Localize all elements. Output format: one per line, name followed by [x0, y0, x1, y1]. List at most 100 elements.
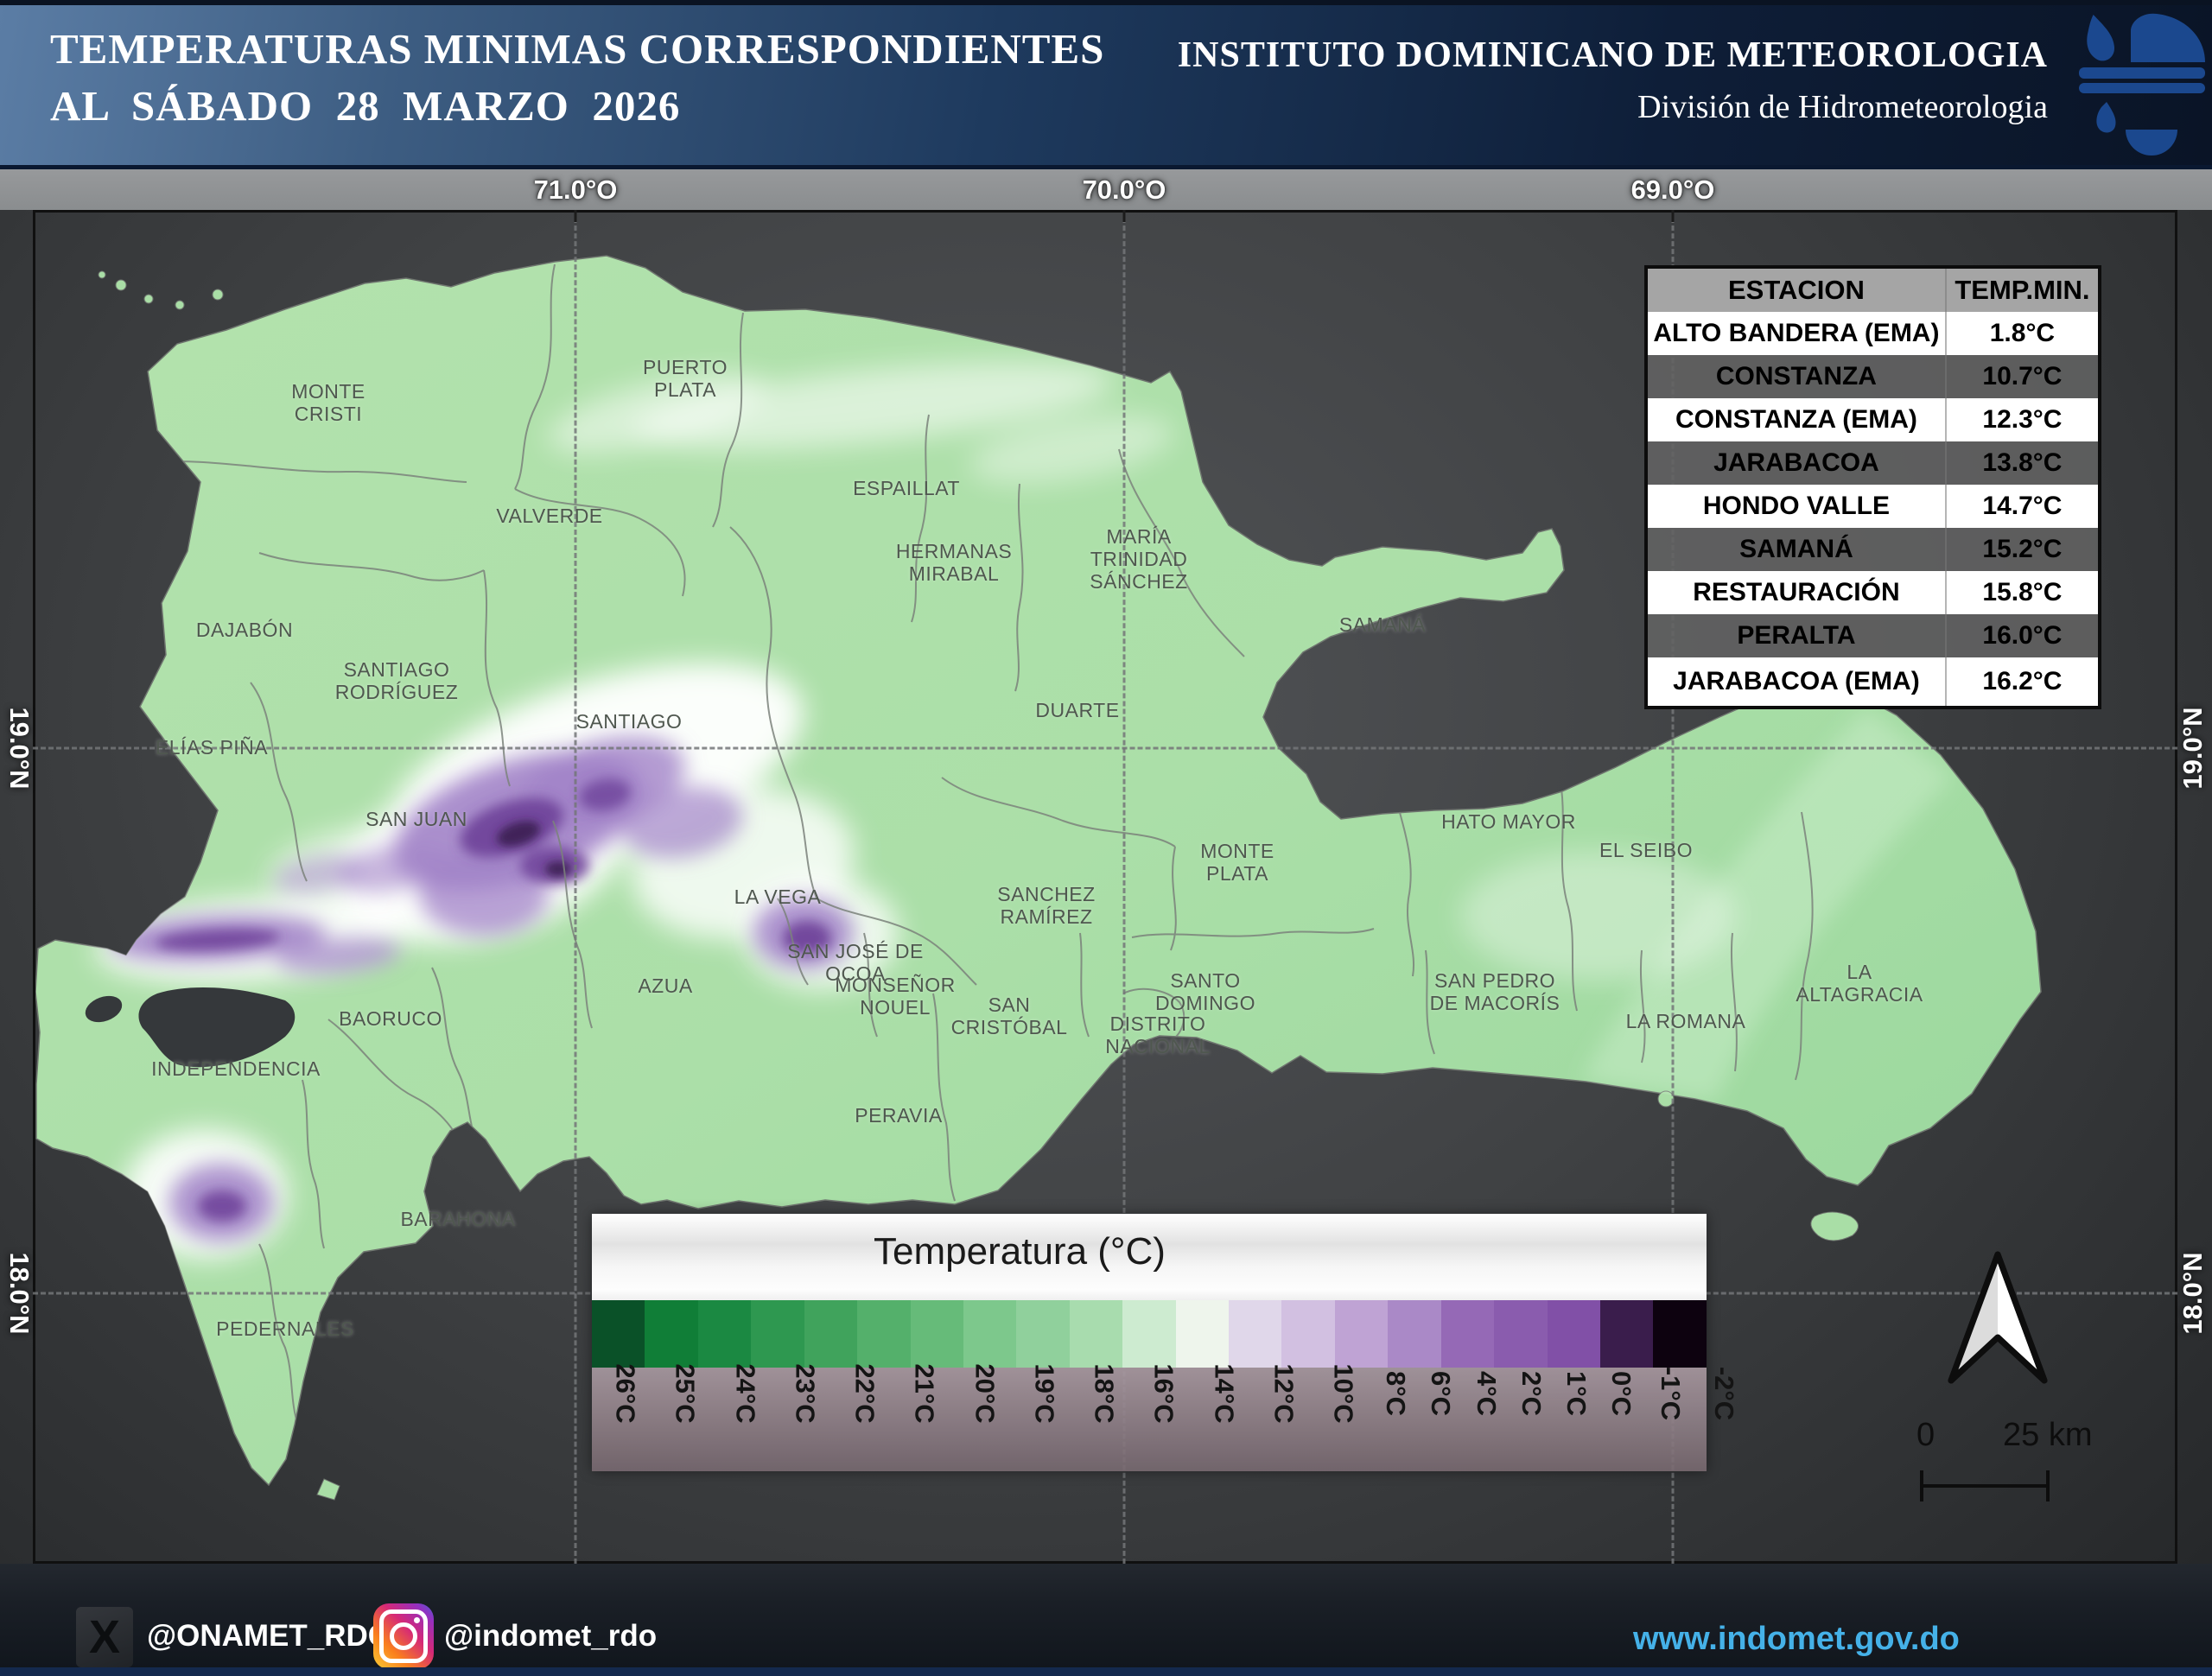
province-label: AZUA — [638, 974, 693, 997]
legend-color-swatch — [645, 1300, 698, 1368]
province-label: PUERTO PLATA — [642, 356, 728, 401]
legend-tick-label: -1°C — [1655, 1366, 1686, 1421]
latitude-label-right: 18.0°N — [2177, 1252, 2208, 1335]
station-name: SAMANÁ — [1739, 535, 1853, 563]
province-label: BARAHONA — [400, 1208, 516, 1230]
province-label: SAMANÁ — [1338, 613, 1427, 636]
station-temp: 16.0°C — [1982, 621, 2063, 650]
gridline-latitude — [33, 746, 2177, 750]
table-row: HONDO VALLE 14.7°C — [1648, 485, 2098, 528]
station-column-header: ESTACION — [1727, 275, 1865, 305]
legend-color-swatch — [910, 1300, 963, 1368]
legend-colorbar — [592, 1300, 1707, 1368]
legend-tick-label: 14°C — [1209, 1363, 1240, 1424]
legend-tick-label: 22°C — [849, 1363, 880, 1424]
station-name: ALTO BANDERA (EMA) — [1653, 319, 1940, 347]
x-logo-icon[interactable]: X — [76, 1607, 133, 1667]
table-row: ALTO BANDERA (EMA) 1.8°C — [1648, 312, 2098, 355]
latitude-label-left: 18.0°N — [4, 1252, 35, 1335]
instagram-handle[interactable]: @indomet_rdo — [444, 1619, 657, 1654]
legend-tick-label: 2°C — [1516, 1370, 1547, 1417]
scale-zero: 0 — [1916, 1417, 1936, 1453]
legend-color-swatch — [592, 1300, 645, 1368]
north-arrow-icon — [1948, 1251, 2048, 1384]
station-temp: 12.3°C — [1982, 405, 2063, 434]
legend-color-swatch — [1122, 1300, 1176, 1368]
page-title: TEMPERATURAS MINIMAS CORRESPONDIENTES AL … — [50, 25, 1105, 130]
station-name: JARABACOA (EMA) — [1673, 667, 1920, 695]
latitude-label-right: 19.0°N — [2177, 707, 2208, 790]
station-name: CONSTANZA — [1715, 362, 1877, 390]
legend-color-swatch — [697, 1300, 752, 1368]
province-label: LA ROMANA — [1625, 1010, 1746, 1032]
legend-tick-label: 19°C — [1029, 1363, 1060, 1424]
legend-tick-label: 20°C — [969, 1363, 1001, 1424]
legend-color-swatch — [963, 1300, 1017, 1368]
station-temp: 1.8°C — [1989, 319, 2056, 347]
province-label: INDEPENDENCIA — [151, 1057, 321, 1080]
scale-max: 25 km — [2003, 1417, 2093, 1453]
legend-color-swatch — [1494, 1300, 1548, 1368]
legend-color-swatch — [804, 1300, 858, 1368]
province-label: SAN PEDRO DE MACORÍS — [1429, 969, 1560, 1014]
province-label: SANTIAGO — [575, 710, 683, 733]
province-label: SAN JUAN — [365, 808, 467, 830]
legend-tick-label: 16°C — [1149, 1363, 1180, 1424]
website-link[interactable]: www.indomet.gov.do — [1633, 1621, 1960, 1658]
province-label: DUARTE — [1035, 699, 1120, 721]
legend-title: Temperatura (°C) — [592, 1214, 1707, 1290]
header: TEMPERATURAS MINIMAS CORRESPONDIENTES AL … — [0, 0, 2212, 169]
legend-color-swatch — [1440, 1300, 1495, 1368]
twitter-handle[interactable]: @ONAMET_RDO — [147, 1619, 391, 1654]
province-label: HATO MAYOR — [1441, 810, 1576, 833]
temp-column-header: TEMP.MIN. — [1944, 269, 2098, 312]
province-label: LA ALTAGRACIA — [1796, 961, 1923, 1006]
province-label: LA VEGA — [734, 886, 822, 908]
gridline-longitude — [574, 210, 577, 1564]
province-label: SAN JOSÉ DE OCOA — [787, 940, 924, 985]
table-row: RESTAURACIÓN 15.8°C — [1648, 571, 2098, 614]
legend-tick-label: 25°C — [670, 1363, 701, 1424]
meteorology-logo-icon — [2079, 13, 2205, 156]
station-temp: 15.2°C — [1982, 535, 2063, 563]
legend-color-swatch — [1229, 1300, 1282, 1368]
organization-name: INSTITUTO DOMINICANO DE METEOROLOGIA Div… — [1177, 35, 2048, 125]
province-label: PEDERNALES — [216, 1317, 354, 1340]
longitude-label-top: 71.0°O — [533, 175, 618, 205]
province-label: SANCHEZ RAMÍREZ — [997, 883, 1096, 928]
province-label: SANTIAGO RODRÍGUEZ — [334, 658, 459, 703]
longitude-label-top: 70.0°O — [1082, 175, 1166, 205]
legend-labels: 26°C 25°C 24°C 23°C 22°C 21°C 20°C 19°C 18°C 16°C… — [592, 1363, 1739, 1471]
legend-color-swatch — [1016, 1300, 1070, 1368]
legend-color-swatch — [857, 1300, 911, 1368]
legend-color-swatch — [1069, 1300, 1123, 1368]
legend-tick-label: 21°C — [909, 1363, 940, 1424]
legend-tick-label: 8°C — [1381, 1370, 1412, 1417]
province-label: MONTE PLATA — [1200, 840, 1274, 885]
weather-map-page: TEMPERATURAS MINIMAS CORRESPONDIENTES AL … — [0, 0, 2212, 1676]
legend-tick-label: 6°C — [1426, 1370, 1457, 1417]
legend-tick-label: 1°C — [1560, 1370, 1592, 1417]
legend-tick-label: 23°C — [790, 1363, 821, 1424]
station-temp: 10.7°C — [1982, 362, 2063, 390]
station-name: CONSTANZA (EMA) — [1675, 405, 1917, 434]
province-label: EL SEIBO — [1599, 839, 1693, 861]
station-name: JARABACOA — [1713, 448, 1879, 477]
legend-tick-label: 0°C — [1605, 1370, 1637, 1417]
temperature-legend: Temperatura (°C) 26°C 25°C 24°C 23°C 22°C 21°… — [592, 1214, 1739, 1471]
station-temp: 16.2°C — [1982, 667, 2063, 695]
table-row: CONSTANZA 10.7°C — [1648, 355, 2098, 398]
table-header-row: ESTACION TEMP.MIN. — [1648, 269, 2098, 312]
legend-color-swatch — [751, 1300, 804, 1368]
legend-color-swatch — [1281, 1300, 1335, 1368]
instagram-icon[interactable] — [373, 1603, 434, 1669]
province-label: ELÍAS PIÑA — [155, 736, 269, 759]
footer: X @ONAMET_RDO @indomet_rdo www.indomet.g… — [0, 1564, 2212, 1676]
station-temp: 14.7°C — [1982, 492, 2063, 520]
province-label: HERMANAS MIRABAL — [895, 540, 1013, 585]
legend-color-swatch — [1175, 1300, 1230, 1368]
table-row: JARABACOA 13.8°C — [1648, 441, 2098, 485]
province-label: PERAVIA — [855, 1104, 943, 1127]
legend-color-swatch — [1334, 1300, 1389, 1368]
province-label: SAN CRISTÓBAL — [950, 994, 1068, 1038]
